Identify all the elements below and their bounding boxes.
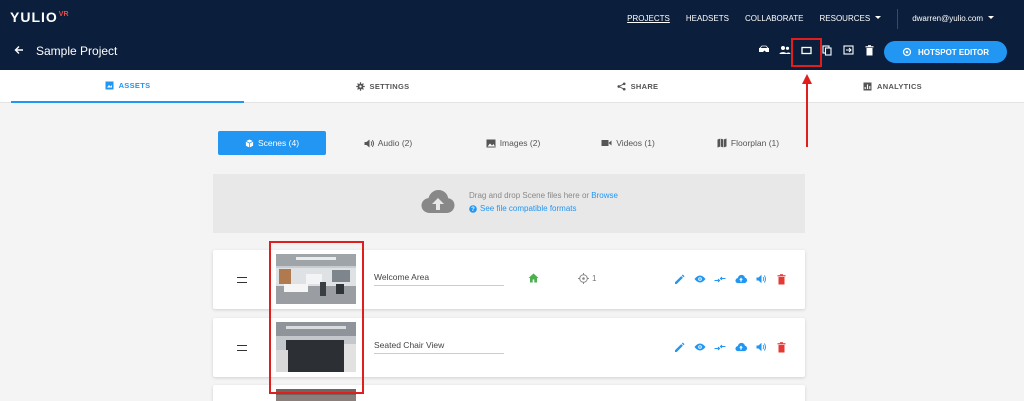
drag-handle-icon[interactable] (237, 277, 247, 283)
annotation-highlight-box (791, 38, 822, 67)
home-icon[interactable] (528, 273, 539, 283)
scene-name-field[interactable]: Welcome Area (374, 270, 504, 286)
target-icon (902, 47, 912, 57)
svg-text:?: ? (471, 207, 475, 213)
compare-arrows-icon[interactable] (714, 341, 726, 353)
help-circle-icon: ? (469, 204, 477, 213)
map-icon (717, 138, 727, 148)
subtab-floorplan[interactable]: Floorplan (1) (703, 131, 793, 155)
preview-eye-icon[interactable] (694, 341, 706, 353)
asset-subtabs: Scenes (4) Audio (2) Images (2) Videos (… (218, 131, 798, 155)
nav-projects[interactable]: PROJECTS (627, 14, 670, 23)
scene-actions (673, 341, 796, 353)
speaker-icon[interactable] (755, 273, 767, 285)
user-menu[interactable]: dwarren@yulio.com (912, 14, 994, 23)
chevron-down-icon (988, 15, 994, 19)
main-tab-bar: ASSETS SETTINGS SHARE ANALYTICS (0, 70, 1024, 103)
image-icon (486, 139, 496, 147)
compare-arrows-icon[interactable] (714, 273, 726, 285)
cloud-upload-icon[interactable] (734, 341, 747, 353)
annotation-arrow-icon (802, 74, 812, 147)
back-arrow-icon[interactable] (14, 45, 24, 55)
share-icon (617, 82, 626, 91)
project-title: Sample Project (36, 44, 118, 58)
nav-resources[interactable]: RESOURCES (820, 14, 882, 23)
nav-collaborate[interactable]: COLLABORATE (745, 14, 804, 23)
target-icon (578, 273, 589, 284)
hotspot-editor-button[interactable]: HOTSPOT EDITOR (884, 41, 1007, 63)
people-icon[interactable] (779, 44, 791, 56)
video-icon (601, 140, 612, 146)
hotspot-count: 1 (578, 273, 596, 284)
gear-icon (355, 82, 365, 91)
cloud-upload-icon[interactable] (734, 273, 747, 285)
drag-handle-icon[interactable] (237, 345, 247, 351)
preview-eye-icon[interactable] (694, 273, 706, 285)
delete-trash-icon[interactable] (776, 341, 788, 353)
speaker-icon[interactable] (755, 341, 767, 353)
yulio-logo[interactable]: YULIOVR (10, 9, 69, 25)
cloud-upload-icon (421, 190, 455, 213)
subtab-scenes[interactable]: Scenes (4) (218, 131, 326, 155)
tab-settings[interactable]: SETTINGS (266, 70, 499, 103)
top-nav: PROJECTS HEADSETS COLLABORATE RESOURCES … (627, 9, 1024, 29)
tab-share[interactable]: SHARE (521, 70, 754, 103)
scene-dropzone[interactable]: Drag and drop Scene files here or Browse… (213, 174, 805, 233)
copy-icon[interactable] (821, 44, 833, 56)
dropzone-instructions: Drag and drop Scene files here or Browse (469, 191, 618, 200)
tab-assets[interactable]: ASSETS (11, 70, 244, 103)
nav-divider (897, 9, 899, 29)
analytics-icon (863, 82, 872, 91)
scene-actions (673, 273, 796, 285)
top-bar: YULIOVR PROJECTS HEADSETS COLLABORATE RE… (0, 0, 1024, 70)
nav-headsets[interactable]: HEADSETS (686, 14, 729, 23)
scene-name-field[interactable]: Seated Chair View (374, 338, 504, 354)
export-icon[interactable] (842, 44, 854, 56)
compatible-formats-link[interactable]: ? See file compatible formats (469, 204, 577, 213)
chevron-down-icon (875, 15, 882, 19)
subtab-images[interactable]: Images (2) (468, 131, 558, 155)
subtab-videos[interactable]: Videos (1) (588, 131, 668, 155)
trash-icon[interactable] (863, 44, 875, 56)
speaker-icon (364, 139, 374, 147)
annotation-highlight-box (269, 241, 364, 394)
delete-trash-icon[interactable] (776, 273, 788, 285)
edit-pencil-icon[interactable] (673, 273, 685, 285)
edit-pencil-icon[interactable] (673, 341, 685, 353)
photo-library-icon (105, 81, 114, 90)
headset-icon[interactable] (758, 44, 770, 56)
subtab-audio[interactable]: Audio (2) (348, 131, 428, 155)
cube-icon (245, 138, 254, 148)
browse-link[interactable]: Browse (591, 191, 618, 200)
